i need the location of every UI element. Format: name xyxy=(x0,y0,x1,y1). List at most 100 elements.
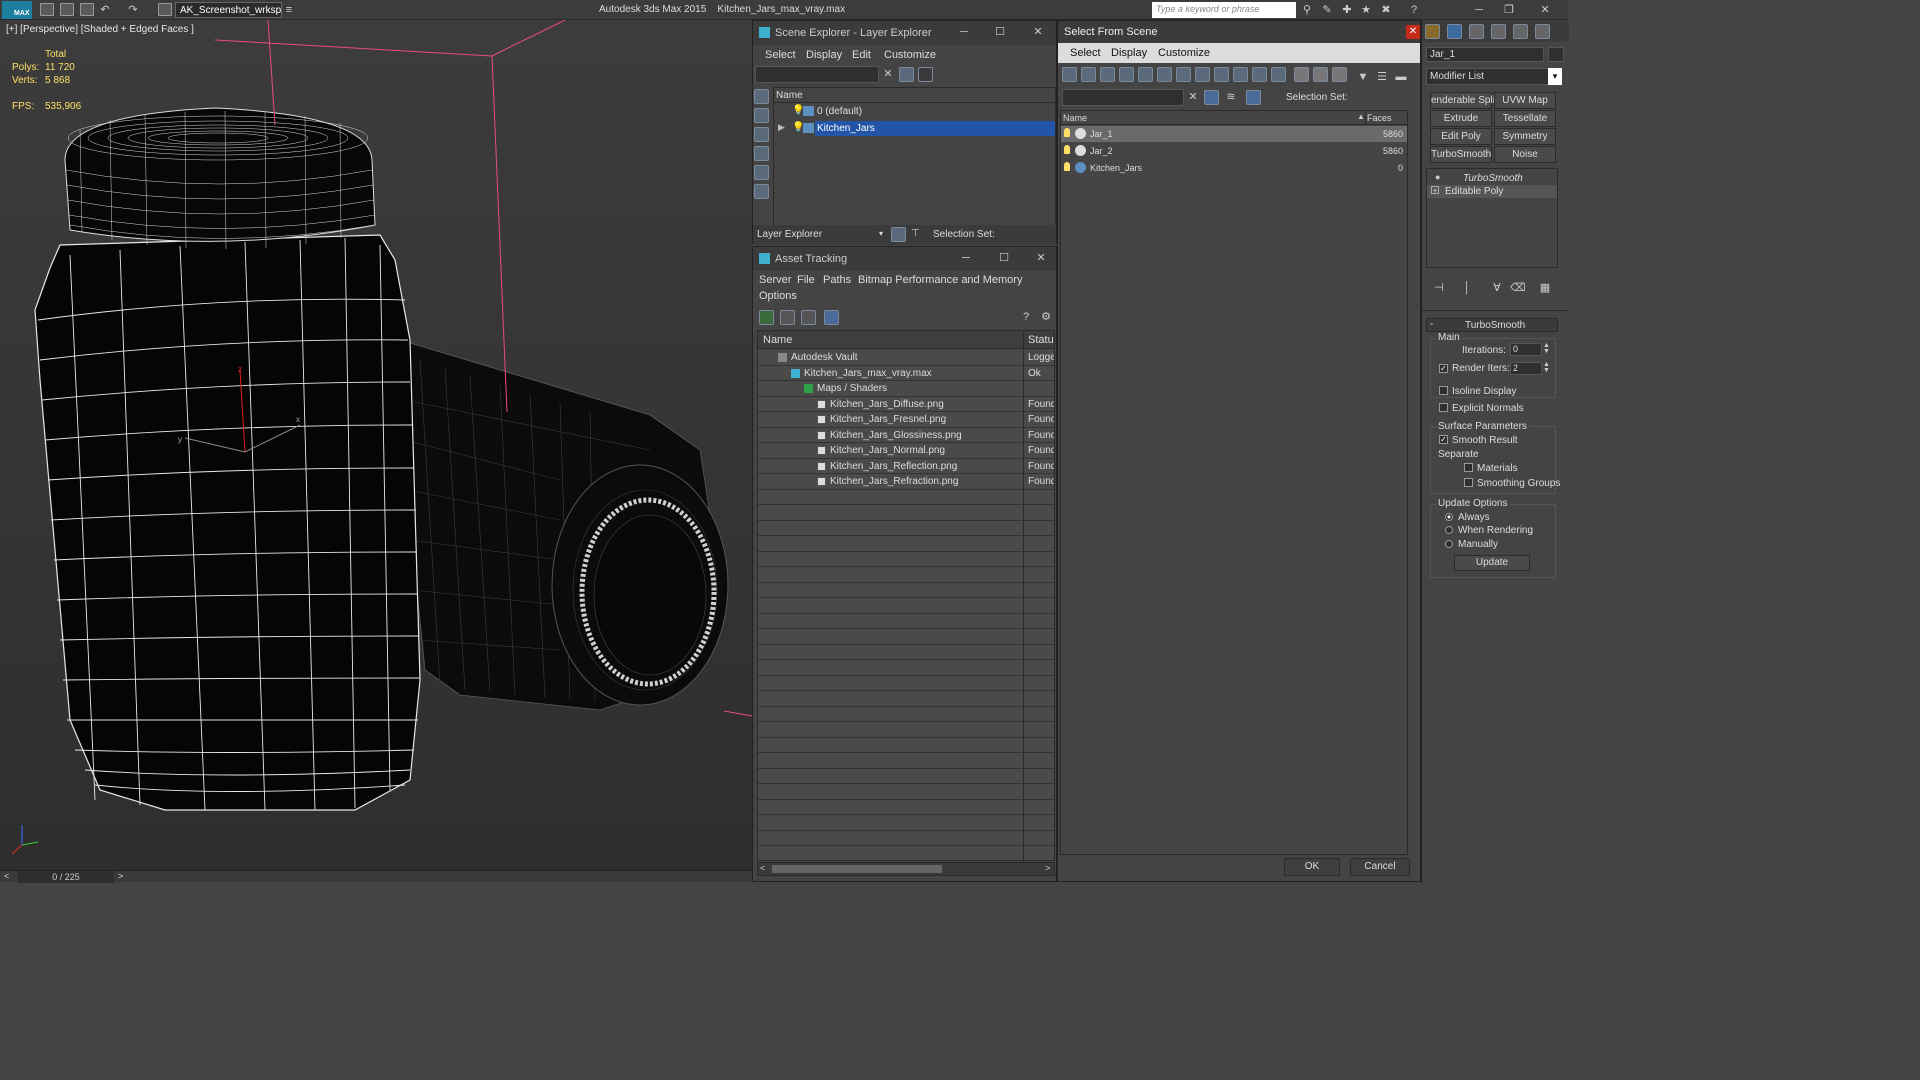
open-file-icon[interactable] xyxy=(60,3,74,16)
workspace-menu-icon[interactable]: ≡ xyxy=(282,3,296,17)
help-icon[interactable]: ? xyxy=(1407,3,1421,17)
list-view-icon[interactable] xyxy=(780,310,795,325)
prev-frame-icon[interactable]: < xyxy=(4,871,9,881)
menu-customize[interactable]: Customize xyxy=(884,49,936,61)
display-layers-icon[interactable] xyxy=(754,184,769,199)
scroll-left-icon[interactable]: < xyxy=(760,863,765,873)
asset-row[interactable]: Kitchen_Jars_Normal.png Found xyxy=(758,443,1054,459)
table-view-icon[interactable] xyxy=(824,310,839,325)
display-groups-icon[interactable] xyxy=(1195,67,1210,82)
explorer-type-dropdown[interactable]: Layer Explorer xyxy=(755,227,885,244)
light-bulb-icon[interactable] xyxy=(1064,145,1070,154)
manually-radio[interactable] xyxy=(1445,540,1453,548)
column-name[interactable]: Name xyxy=(1063,113,1087,123)
render-iters-checkbox[interactable]: ✓ xyxy=(1439,364,1448,373)
column-faces[interactable]: Faces xyxy=(1367,113,1392,123)
close-icon[interactable]: ✕ xyxy=(1406,25,1420,39)
undo-icon[interactable]: ↶ xyxy=(98,3,112,17)
time-slider[interactable]: < 0 / 225 > xyxy=(0,870,752,883)
light-bulb-icon[interactable] xyxy=(1064,128,1070,137)
display-spacewarps-icon[interactable] xyxy=(1176,67,1191,82)
make-unique-icon[interactable]: ∀ xyxy=(1490,281,1504,295)
renderable-spline-button[interactable]: enderable Spli xyxy=(1430,92,1495,109)
create-tab-icon[interactable] xyxy=(1425,24,1440,39)
display-cameras-icon[interactable] xyxy=(1138,67,1153,82)
display-lights-icon[interactable] xyxy=(754,146,769,161)
tools-icon[interactable]: ✎ xyxy=(1320,3,1334,17)
display-containers-icon[interactable] xyxy=(1252,67,1267,82)
display-bones-icon[interactable] xyxy=(1233,67,1248,82)
hierarchy-filter-icon[interactable]: ☰ xyxy=(1375,70,1389,84)
frame-counter[interactable]: 0 / 225 xyxy=(18,871,114,883)
display-cameras-icon[interactable] xyxy=(754,165,769,180)
show-end-result-icon[interactable]: │ xyxy=(1460,281,1474,295)
close-icon[interactable]: ✕ xyxy=(1530,0,1560,20)
binoculars-icon[interactable]: ⚲ xyxy=(1300,3,1314,17)
uvw-map-button[interactable]: UVW Map xyxy=(1494,92,1556,109)
remove-modifier-icon[interactable]: ⌫ xyxy=(1510,281,1526,295)
object-row[interactable]: Jar_1 5860 xyxy=(1061,126,1407,142)
display-shapes-icon[interactable] xyxy=(754,127,769,142)
layer-row-kitchen-jars[interactable]: ▶ 💡 Kitchen_Jars xyxy=(774,121,1055,136)
object-name-input[interactable]: Jar_1 xyxy=(1426,47,1544,62)
smooth-result-checkbox[interactable]: ✓ xyxy=(1439,435,1448,444)
maximize-icon[interactable]: ☐ xyxy=(997,251,1011,265)
settings-icon[interactable]: ⚙ xyxy=(1039,310,1053,324)
filter-icon[interactable]: ▼ xyxy=(1356,70,1370,84)
hierarchy-tab-icon[interactable] xyxy=(1469,24,1484,39)
tessellate-button[interactable]: Tessellate xyxy=(1494,110,1556,127)
display-xrefs-icon[interactable] xyxy=(1214,67,1229,82)
clear-find-icon[interactable]: ✕ xyxy=(1186,90,1200,104)
menu-bitmap-performance[interactable]: Bitmap Performance and Memory xyxy=(858,274,1022,286)
menu-select[interactable]: Select xyxy=(765,49,796,61)
ok-button[interactable]: OK xyxy=(1284,858,1340,876)
noise-button[interactable]: Noise xyxy=(1494,146,1556,163)
display-helpers-icon[interactable] xyxy=(1157,67,1172,82)
explicit-normals-checkbox[interactable] xyxy=(1439,403,1448,412)
find-filter-icon[interactable] xyxy=(1204,90,1219,105)
display-none-icon[interactable] xyxy=(1062,67,1077,82)
modify-tab-icon[interactable] xyxy=(1447,24,1462,39)
smoothing-groups-checkbox[interactable] xyxy=(1464,478,1473,487)
turbosmooth-button[interactable]: TurboSmooth xyxy=(1430,146,1492,163)
always-radio[interactable] xyxy=(1445,513,1453,521)
perspective-viewport[interactable]: z x y [+] [Perspective] [Shaded + Edged … xyxy=(0,20,752,870)
asset-row[interactable]: Maps / Shaders xyxy=(758,381,1054,397)
display-geometry-icon[interactable] xyxy=(754,108,769,123)
exchange-icon[interactable]: ✖ xyxy=(1379,3,1393,17)
search-input[interactable]: Type a keyword or phrase xyxy=(1152,2,1296,18)
display-geometry-icon[interactable] xyxy=(1081,67,1096,82)
display-none-icon[interactable] xyxy=(754,89,769,104)
display-lights-icon[interactable] xyxy=(1119,67,1134,82)
asset-row[interactable]: Autodesk Vault Logge xyxy=(758,350,1054,366)
utilities-tab-icon[interactable] xyxy=(1535,24,1550,39)
save-file-icon[interactable] xyxy=(80,3,94,16)
symmetry-button[interactable]: Symmetry xyxy=(1494,128,1556,145)
when-rendering-radio[interactable] xyxy=(1445,526,1453,534)
column-name[interactable]: Name xyxy=(776,90,803,101)
asset-row[interactable]: Kitchen_Jars_max_vray.max Ok xyxy=(758,366,1054,381)
dropdown-arrow-icon[interactable]: ▾ xyxy=(879,229,883,238)
configure-modifiers-icon[interactable]: ▦ xyxy=(1538,281,1552,295)
viewport-scene[interactable]: z x y xyxy=(0,20,752,870)
menu-display[interactable]: Display xyxy=(1111,47,1147,59)
turbosmooth-rollout-header[interactable]: - TurboSmooth xyxy=(1426,318,1558,332)
clear-filter-icon[interactable]: ✕ xyxy=(881,67,895,81)
object-color-swatch[interactable] xyxy=(1548,47,1564,62)
display-shapes-icon[interactable] xyxy=(1100,67,1115,82)
layers-mode-icon[interactable]: ≋ xyxy=(1224,90,1238,104)
sort-ascending-icon[interactable]: ▲ xyxy=(1357,112,1365,121)
column-status[interactable]: Status xyxy=(1028,334,1054,346)
asset-row[interactable]: Kitchen_Jars_Glossiness.png Found xyxy=(758,428,1054,443)
isoline-display-checkbox[interactable] xyxy=(1439,386,1448,395)
asset-row[interactable]: Kitchen_Jars_Reflection.png Found xyxy=(758,459,1054,474)
favorites-star-icon[interactable]: ★ xyxy=(1359,3,1373,17)
edit-poly-button[interactable]: Edit Poly xyxy=(1430,128,1492,145)
iterations-spinner[interactable]: ▲ ▼ xyxy=(1543,342,1550,355)
close-icon[interactable]: ✕ xyxy=(1034,251,1048,265)
display-all-icon[interactable] xyxy=(1294,67,1309,82)
menu-customize[interactable]: Customize xyxy=(1158,47,1210,59)
menu-file[interactable]: File xyxy=(797,274,815,286)
menu-server[interactable]: Server xyxy=(759,274,791,286)
scroll-right-icon[interactable]: > xyxy=(1045,863,1050,873)
